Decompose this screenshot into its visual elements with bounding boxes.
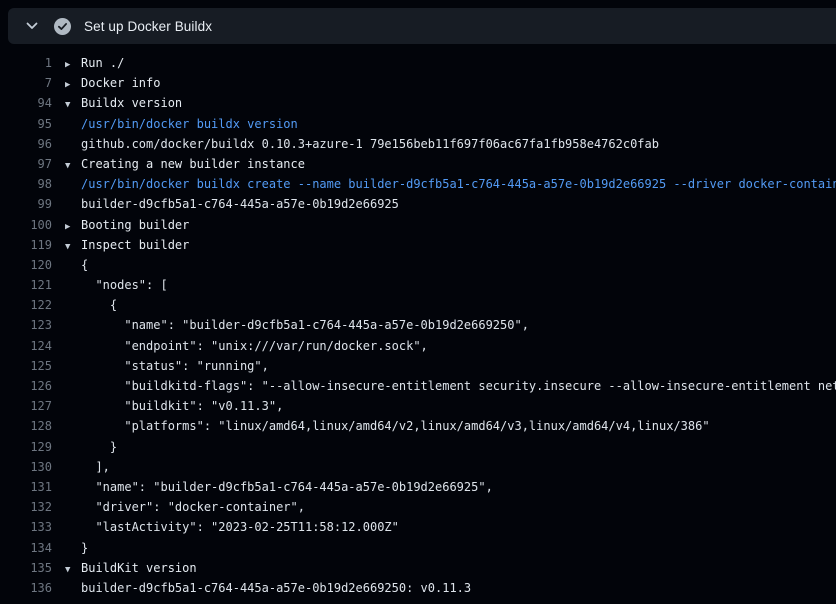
log-line-text: { (81, 298, 117, 312)
line-number[interactable]: 130 (0, 457, 52, 477)
check-circle-icon (54, 18, 71, 35)
expander-icon[interactable]: ▼ (65, 560, 77, 580)
line-number[interactable]: 136 (0, 578, 52, 598)
log-line-text: "platforms": "linux/amd64,linux/amd64/v2… (81, 419, 710, 433)
log-line-text: { (81, 258, 88, 272)
log-line-text: /usr/bin/docker buildx version (81, 117, 298, 131)
log-line: 98/usr/bin/docker buildx create --name b… (0, 174, 836, 194)
log-line: 130 ], (0, 457, 836, 477)
log-line-text[interactable]: Run ./ (81, 56, 124, 70)
log-line: 120 { (0, 255, 836, 275)
log-line-text[interactable]: Buildx version (81, 96, 182, 110)
log-line-text: "buildkit": "v0.11.3", (81, 399, 283, 413)
log-line: 133 "lastActivity": "2023-02-25T11:58:12… (0, 517, 836, 537)
line-number[interactable]: 7 (0, 73, 52, 93)
line-number[interactable]: 131 (0, 477, 52, 497)
log-line-text: "lastActivity": "2023-02-25T11:58:12.000… (81, 520, 399, 534)
log-line-text: } (81, 541, 88, 555)
line-number[interactable]: 134 (0, 538, 52, 558)
log-line-text[interactable]: Inspect builder (81, 238, 189, 252)
line-number[interactable]: 122 (0, 295, 52, 315)
log-line: 96 github.com/docker/buildx 0.10.3+azure-… (0, 134, 836, 154)
line-number[interactable]: 124 (0, 336, 52, 356)
line-number[interactable]: 95 (0, 114, 52, 134)
line-number[interactable]: 120 (0, 255, 52, 275)
log-line-text: ], (81, 460, 110, 474)
line-number[interactable]: 132 (0, 497, 52, 517)
line-number[interactable]: 97 (0, 154, 52, 174)
expander-icon[interactable]: ▶ (65, 55, 77, 75)
log-line-text: "name": "builder-d9cfb5a1-c764-445a-a57e… (81, 480, 493, 494)
log-line-text[interactable]: Docker info (81, 76, 160, 90)
log-line: 127 "buildkit": "v0.11.3", (0, 396, 836, 416)
expander-icon[interactable]: ▶ (65, 217, 77, 237)
log-line-text: github.com/docker/buildx 0.10.3+azure-1 … (81, 137, 659, 151)
log-line-text[interactable]: BuildKit version (81, 561, 197, 575)
log-line-text: /usr/bin/docker buildx create --name bui… (81, 177, 836, 191)
line-number[interactable]: 96 (0, 134, 52, 154)
expander-icon[interactable]: ▶ (65, 75, 77, 95)
line-number[interactable]: 100 (0, 215, 52, 235)
log-line-text[interactable]: Booting builder (81, 218, 189, 232)
log-line: 132 "driver": "docker-container", (0, 497, 836, 517)
line-number[interactable]: 123 (0, 315, 52, 335)
log-group-line: 135 ▼ BuildKit version (0, 558, 836, 578)
log-line: 128 "platforms": "linux/amd64,linux/amd6… (0, 416, 836, 436)
log-line: 131 "name": "builder-d9cfb5a1-c764-445a-… (0, 477, 836, 497)
line-number[interactable]: 121 (0, 275, 52, 295)
expander-icon[interactable]: ▼ (65, 95, 77, 115)
log-line-text[interactable]: Creating a new builder instance (81, 157, 305, 171)
log-area: 1 ▶ Run ./ 7 ▶ Docker info 94 ▼ Buildx version 95… (0, 44, 836, 604)
log-line: 124 "endpoint": "unix:///var/run/docker.… (0, 336, 836, 356)
log-line: 126 "buildkitd-flags": "--allow-insecure… (0, 376, 836, 396)
log-line: 95/usr/bin/docker buildx version (0, 114, 836, 134)
log-line-text: } (81, 440, 117, 454)
log-line: 136 builder-d9cfb5a1-c764-445a-a57e-0b19d… (0, 578, 836, 598)
log-line-text: builder-d9cfb5a1-c764-445a-a57e-0b19d2e6… (81, 581, 471, 595)
log-group-line: 94 ▼ Buildx version (0, 93, 836, 113)
log-line-text: "nodes": [ (81, 278, 168, 292)
line-number[interactable]: 99 (0, 194, 52, 214)
step-header[interactable]: Set up Docker Buildx (8, 8, 836, 44)
log-group-line: 100 ▶ Booting builder (0, 215, 836, 235)
log-line-text: builder-d9cfb5a1-c764-445a-a57e-0b19d2e6… (81, 197, 399, 211)
log-line-text: "status": "running", (81, 359, 269, 373)
line-number[interactable]: 1 (0, 53, 52, 73)
log-group-line: 1 ▶ Run ./ (0, 53, 836, 73)
line-number[interactable]: 133 (0, 517, 52, 537)
expander-icon[interactable]: ▼ (65, 237, 77, 257)
log-line-text: "driver": "docker-container", (81, 500, 305, 514)
log-line-text: "buildkitd-flags": "--allow-insecure-ent… (81, 379, 836, 393)
line-number[interactable]: 125 (0, 356, 52, 376)
line-number[interactable]: 127 (0, 396, 52, 416)
log-line: 99 builder-d9cfb5a1-c764-445a-a57e-0b19d2… (0, 194, 836, 214)
log-line: 134} (0, 538, 836, 558)
log-line: 125 "status": "running", (0, 356, 836, 376)
line-number[interactable]: 128 (0, 416, 52, 436)
log-line: 123 "name": "builder-d9cfb5a1-c764-445a-… (0, 315, 836, 335)
expander-icon[interactable]: ▼ (65, 156, 77, 176)
line-number[interactable]: 135 (0, 558, 52, 578)
line-number[interactable]: 129 (0, 437, 52, 457)
log-line: 122 { (0, 295, 836, 315)
log-line: 129 } (0, 437, 836, 457)
chevron-down-icon[interactable] (24, 18, 40, 34)
log-group-line: 119 ▼ Inspect builder (0, 235, 836, 255)
log-group-line: 7 ▶ Docker info (0, 73, 836, 93)
line-number[interactable]: 98 (0, 174, 52, 194)
log-line-text: "endpoint": "unix:///var/run/docker.sock… (81, 339, 428, 353)
line-number[interactable]: 119 (0, 235, 52, 255)
log-group-line: 97 ▼ Creating a new builder instance (0, 154, 836, 174)
log-line: 121 "nodes": [ (0, 275, 836, 295)
line-number[interactable]: 94 (0, 93, 52, 113)
line-number[interactable]: 126 (0, 376, 52, 396)
step-title: Set up Docker Buildx (84, 19, 212, 34)
log-line-text: "name": "builder-d9cfb5a1-c764-445a-a57e… (81, 318, 529, 332)
